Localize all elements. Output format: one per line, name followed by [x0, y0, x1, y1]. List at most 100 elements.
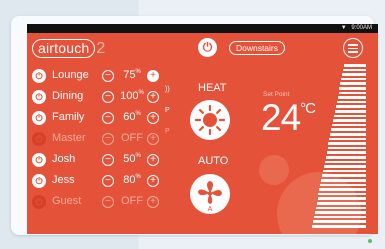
zone-value-number: 60 [123, 111, 136, 123]
slider-tick [325, 156, 366, 159]
slider-tick [341, 77, 366, 81]
slider-tick [327, 146, 366, 150]
sun-icon [194, 104, 226, 136]
zone-row: ⏻ Josh −50% + [32, 152, 194, 169]
slider-tick [342, 73, 366, 76]
zone-value: 60% [117, 111, 147, 123]
slider-tick [318, 192, 366, 196]
zone-value: OFF [117, 132, 147, 144]
zone-row: ⏻ Family −60% + P [32, 107, 194, 127]
zone-increase-button[interactable]: + [147, 91, 159, 103]
menu-icon-line [348, 47, 358, 49]
mode-button[interactable] [190, 100, 230, 140]
zone-power-button[interactable]: ⏻ [32, 69, 46, 83]
slider-tick [333, 114, 366, 118]
zone-increase-button[interactable]: + [147, 175, 159, 187]
slider-tick [328, 142, 366, 145]
slider-tick [316, 202, 366, 205]
slider-tick [336, 100, 366, 104]
zone-name: Josh [52, 153, 76, 165]
slider-tick [331, 128, 366, 131]
zone-decrease-button[interactable]: − [102, 91, 114, 103]
logo-suffix: 2 [96, 40, 106, 57]
zone-power-button[interactable]: ⏻ [32, 111, 46, 125]
zone-name: Jess [52, 174, 75, 186]
setpoint-value: 24°C [261, 97, 316, 139]
zone-row: ⏻ Dining −100% +)) [32, 86, 194, 106]
zone-value-unit: % [135, 174, 141, 180]
zone-increase-button[interactable]: + [147, 196, 159, 208]
zone-value-unit: % [135, 69, 141, 75]
slider-tick [344, 64, 366, 67]
slider-tick [337, 96, 366, 99]
zone-flag: )) [165, 86, 170, 93]
zone-power-button[interactable]: ⏻ [32, 153, 46, 167]
zone-row: ⏻ Master − OFF + P [32, 128, 194, 148]
app-logo: airtouch 2 [32, 39, 106, 58]
slider-tick [314, 211, 366, 214]
zone-flag: P [165, 128, 170, 135]
zone-name: Master [52, 132, 86, 144]
zone-increase-button[interactable]: + [147, 133, 159, 145]
zone-name: Dining [52, 90, 84, 102]
slider-tick [343, 68, 366, 72]
slider-tick [322, 174, 366, 177]
slider-tick [321, 179, 366, 182]
zone-value-number: OFF [121, 132, 143, 144]
slider-tick [326, 151, 366, 154]
fan-speed-label: AUTO [198, 155, 229, 167]
zone-name: Family [52, 111, 85, 123]
zone-value: 100% [117, 90, 147, 102]
logo-text: airtouch [32, 39, 96, 58]
slider-tick [313, 215, 366, 219]
zone-decrease-button[interactable]: − [102, 175, 114, 187]
slider-tick [323, 165, 366, 168]
zone-row: ⏻ Guest − OFF + [32, 194, 194, 211]
zone-increase-button[interactable]: + [147, 154, 159, 166]
zone-decrease-button[interactable]: − [102, 112, 114, 124]
zone-value: 50% [117, 153, 147, 165]
zone-power-button[interactable]: ⏻ [32, 132, 46, 146]
slider-tick [332, 123, 366, 127]
zone-value-unit: % [135, 153, 141, 159]
zone-decrease-button[interactable]: − [102, 154, 114, 166]
slider-tick [333, 119, 366, 122]
menu-icon-line [348, 51, 358, 53]
zone-decrease-button[interactable]: − [102, 196, 114, 208]
fan-speed-button[interactable]: A [190, 174, 230, 214]
fan-icon: A [198, 181, 222, 213]
zone-power-button[interactable]: ⏻ [32, 90, 46, 104]
slider-tick [319, 188, 366, 191]
zone-row: ⏻ Jess −80% + [32, 173, 194, 190]
app-screen: ▼ 9:00AM airtouch 2 ⏻ Downstairs ⏻ Lounge −… [27, 24, 378, 234]
zone-decrease-button[interactable]: − [102, 70, 114, 82]
decorative-circle-small [259, 155, 289, 185]
slider-tick [322, 169, 366, 173]
zone-group-button[interactable]: Downstairs [229, 41, 285, 55]
zone-power-button[interactable]: ⏻ [32, 195, 46, 209]
zone-value-number: 80 [123, 174, 136, 186]
zone-value: 80% [117, 174, 147, 186]
setpoint-number: 24 [261, 97, 301, 138]
zone-name: Lounge [52, 69, 89, 81]
slider-tick [312, 220, 366, 223]
slider-tick [315, 206, 366, 210]
slider-tick [330, 133, 366, 136]
slider-tick [329, 137, 366, 141]
slider-tick [324, 160, 366, 164]
mode-label: HEAT [198, 82, 227, 94]
zone-value-number: 50 [123, 153, 136, 165]
zone-name: Guest [52, 195, 82, 207]
zone-increase-button[interactable]: + [147, 70, 159, 82]
menu-button[interactable] [343, 38, 363, 58]
zone-decrease-button[interactable]: − [102, 133, 114, 145]
temperature-slider[interactable] [310, 64, 366, 232]
system-power-button[interactable]: ⏻ [198, 38, 217, 57]
indicator-dot [368, 239, 372, 243]
zone-increase-button[interactable]: + [147, 112, 159, 124]
zone-value-number: 75 [123, 69, 136, 81]
wifi-icon: ▼ [340, 25, 347, 31]
zone-value-number: OFF [121, 195, 143, 207]
zone-power-button[interactable]: ⏻ [32, 174, 46, 188]
slider-tick [338, 91, 366, 95]
